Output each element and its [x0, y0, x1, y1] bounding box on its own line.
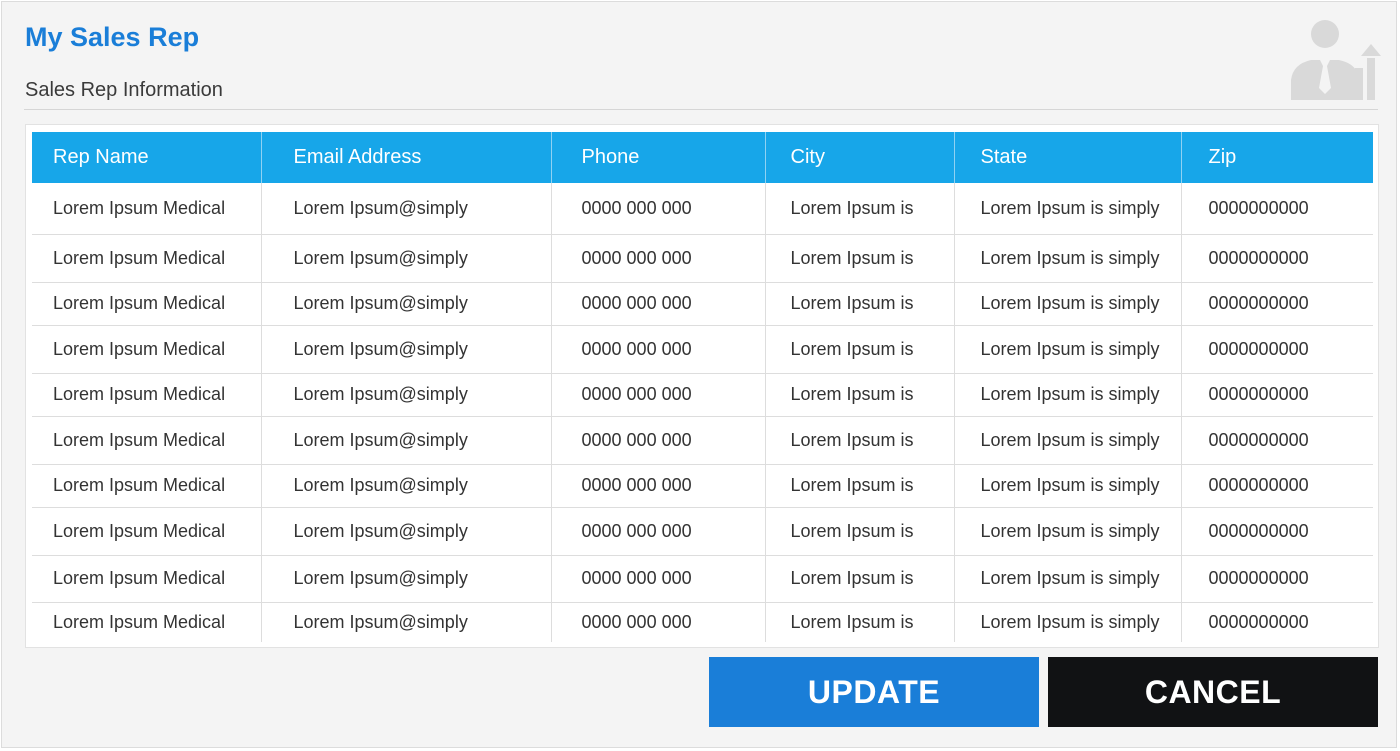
- state-cell: Lorem Ipsum is simply: [954, 234, 1182, 283]
- zip-cell: 0000000000: [1181, 507, 1373, 556]
- table-row[interactable]: Lorem Ipsum Medical Lorem Ipsum@simply 000…: [32, 464, 1373, 508]
- city-cell: Lorem Ipsum is: [765, 282, 955, 326]
- rep-name-cell: Lorem Ipsum Medical: [32, 416, 262, 465]
- table-row[interactable]: Lorem Ipsum Medical Lorem Ipsum@simply 000…: [32, 555, 1373, 603]
- phone-cell: 0000 000 000: [551, 325, 766, 374]
- rep-name-cell: Lorem Ipsum Medical: [32, 602, 262, 642]
- rep-name-cell: Lorem Ipsum Medical: [32, 555, 262, 603]
- table-row[interactable]: Lorem Ipsum Medical Lorem Ipsum@simply 000…: [32, 507, 1373, 556]
- cancel-button[interactable]: CANCEL: [1048, 657, 1378, 727]
- divider: [24, 109, 1378, 110]
- phone-cell: 0000 000 000: [551, 282, 766, 326]
- phone-cell: 0000 000 000: [551, 234, 766, 283]
- rep-name-cell: Lorem Ipsum Medical: [32, 183, 262, 235]
- table-row[interactable]: Lorem Ipsum Medical Lorem Ipsum@simply 000…: [32, 234, 1373, 283]
- city-cell: Lorem Ipsum is: [765, 234, 955, 283]
- email-cell: Lorem Ipsum@simply: [261, 555, 552, 603]
- state-cell: Lorem Ipsum is simply: [954, 416, 1182, 465]
- sales-rep-panel: My Sales Rep Sales Rep Information Rep N…: [1, 1, 1397, 748]
- update-button[interactable]: UPDATE: [709, 657, 1039, 727]
- column-header-rep-name[interactable]: Rep Name: [32, 132, 262, 183]
- phone-cell: 0000 000 000: [551, 464, 766, 508]
- state-cell: Lorem Ipsum is simply: [954, 325, 1182, 374]
- rep-name-cell: Lorem Ipsum Medical: [32, 234, 262, 283]
- email-cell: Lorem Ipsum@simply: [261, 234, 552, 283]
- email-cell: Lorem Ipsum@simply: [261, 373, 552, 417]
- state-cell: Lorem Ipsum is simply: [954, 282, 1182, 326]
- table-row[interactable]: Lorem Ipsum Medical Lorem Ipsum@simply 000…: [32, 373, 1373, 417]
- column-header-zip[interactable]: Zip: [1181, 132, 1373, 183]
- table-row[interactable]: Lorem Ipsum Medical Lorem Ipsum@simply 000…: [32, 602, 1373, 642]
- city-cell: Lorem Ipsum is: [765, 325, 955, 374]
- table-row[interactable]: Lorem Ipsum Medical Lorem Ipsum@simply 000…: [32, 183, 1373, 235]
- rep-name-cell: Lorem Ipsum Medical: [32, 373, 262, 417]
- email-cell: Lorem Ipsum@simply: [261, 507, 552, 556]
- state-cell: Lorem Ipsum is simply: [954, 183, 1182, 235]
- zip-cell: 0000000000: [1181, 373, 1373, 417]
- email-cell: Lorem Ipsum@simply: [261, 183, 552, 235]
- city-cell: Lorem Ipsum is: [765, 183, 955, 235]
- zip-cell: 0000000000: [1181, 325, 1373, 374]
- zip-cell: 0000000000: [1181, 282, 1373, 326]
- table-row[interactable]: Lorem Ipsum Medical Lorem Ipsum@simply 000…: [32, 282, 1373, 326]
- rep-name-cell: Lorem Ipsum Medical: [32, 464, 262, 508]
- phone-cell: 0000 000 000: [551, 373, 766, 417]
- sales-rep-table: Rep Name Email Address Phone City State …: [32, 132, 1373, 642]
- table-header-row: Rep Name Email Address Phone City State …: [32, 132, 1373, 183]
- state-cell: Lorem Ipsum is simply: [954, 555, 1182, 603]
- city-cell: Lorem Ipsum is: [765, 555, 955, 603]
- column-header-city[interactable]: City: [765, 132, 955, 183]
- email-cell: Lorem Ipsum@simply: [261, 282, 552, 326]
- zip-cell: 0000000000: [1181, 416, 1373, 465]
- phone-cell: 0000 000 000: [551, 183, 766, 235]
- phone-cell: 0000 000 000: [551, 416, 766, 465]
- city-cell: Lorem Ipsum is: [765, 373, 955, 417]
- state-cell: Lorem Ipsum is simply: [954, 373, 1182, 417]
- city-cell: Lorem Ipsum is: [765, 507, 955, 556]
- state-cell: Lorem Ipsum is simply: [954, 507, 1182, 556]
- table-row[interactable]: Lorem Ipsum Medical Lorem Ipsum@simply 000…: [32, 325, 1373, 374]
- sales-rep-table-container: Rep Name Email Address Phone City State …: [25, 124, 1379, 648]
- city-cell: Lorem Ipsum is: [765, 464, 955, 508]
- page-title: My Sales Rep: [25, 22, 200, 52]
- state-cell: Lorem Ipsum is simply: [954, 602, 1182, 642]
- zip-cell: 0000000000: [1181, 234, 1373, 283]
- zip-cell: 0000000000: [1181, 183, 1373, 235]
- zip-cell: 0000000000: [1181, 464, 1373, 508]
- zip-cell: 0000000000: [1208, 611, 1309, 632]
- table-row[interactable]: Lorem Ipsum Medical Lorem Ipsum@simply 000…: [32, 416, 1373, 465]
- rep-name-cell: Lorem Ipsum Medical: [32, 282, 262, 326]
- email-cell: Lorem Ipsum@simply: [261, 464, 552, 508]
- phone-cell: 0000 000 000: [551, 602, 766, 642]
- email-cell: Lorem Ipsum@simply: [261, 325, 552, 374]
- phone-cell: 0000 000 000: [551, 507, 766, 556]
- column-header-email[interactable]: Email Address: [261, 132, 552, 183]
- email-cell: Lorem Ipsum@simply: [261, 602, 552, 642]
- column-header-state[interactable]: State: [954, 132, 1182, 183]
- column-header-phone[interactable]: Phone: [551, 132, 766, 183]
- state-cell: Lorem Ipsum is simply: [954, 464, 1182, 508]
- email-cell: Lorem Ipsum@simply: [261, 416, 552, 465]
- zip-cell: 0000000000: [1181, 555, 1373, 603]
- city-cell: Lorem Ipsum is: [765, 416, 955, 465]
- rep-name-cell: Lorem Ipsum Medical: [32, 507, 262, 556]
- city-cell: Lorem Ipsum is: [765, 602, 955, 642]
- phone-cell: 0000 000 000: [551, 555, 766, 603]
- section-subtitle: Sales Rep Information: [25, 79, 223, 101]
- sales-rep-growth-icon: [1291, 20, 1381, 100]
- rep-name-cell: Lorem Ipsum Medical: [32, 325, 262, 374]
